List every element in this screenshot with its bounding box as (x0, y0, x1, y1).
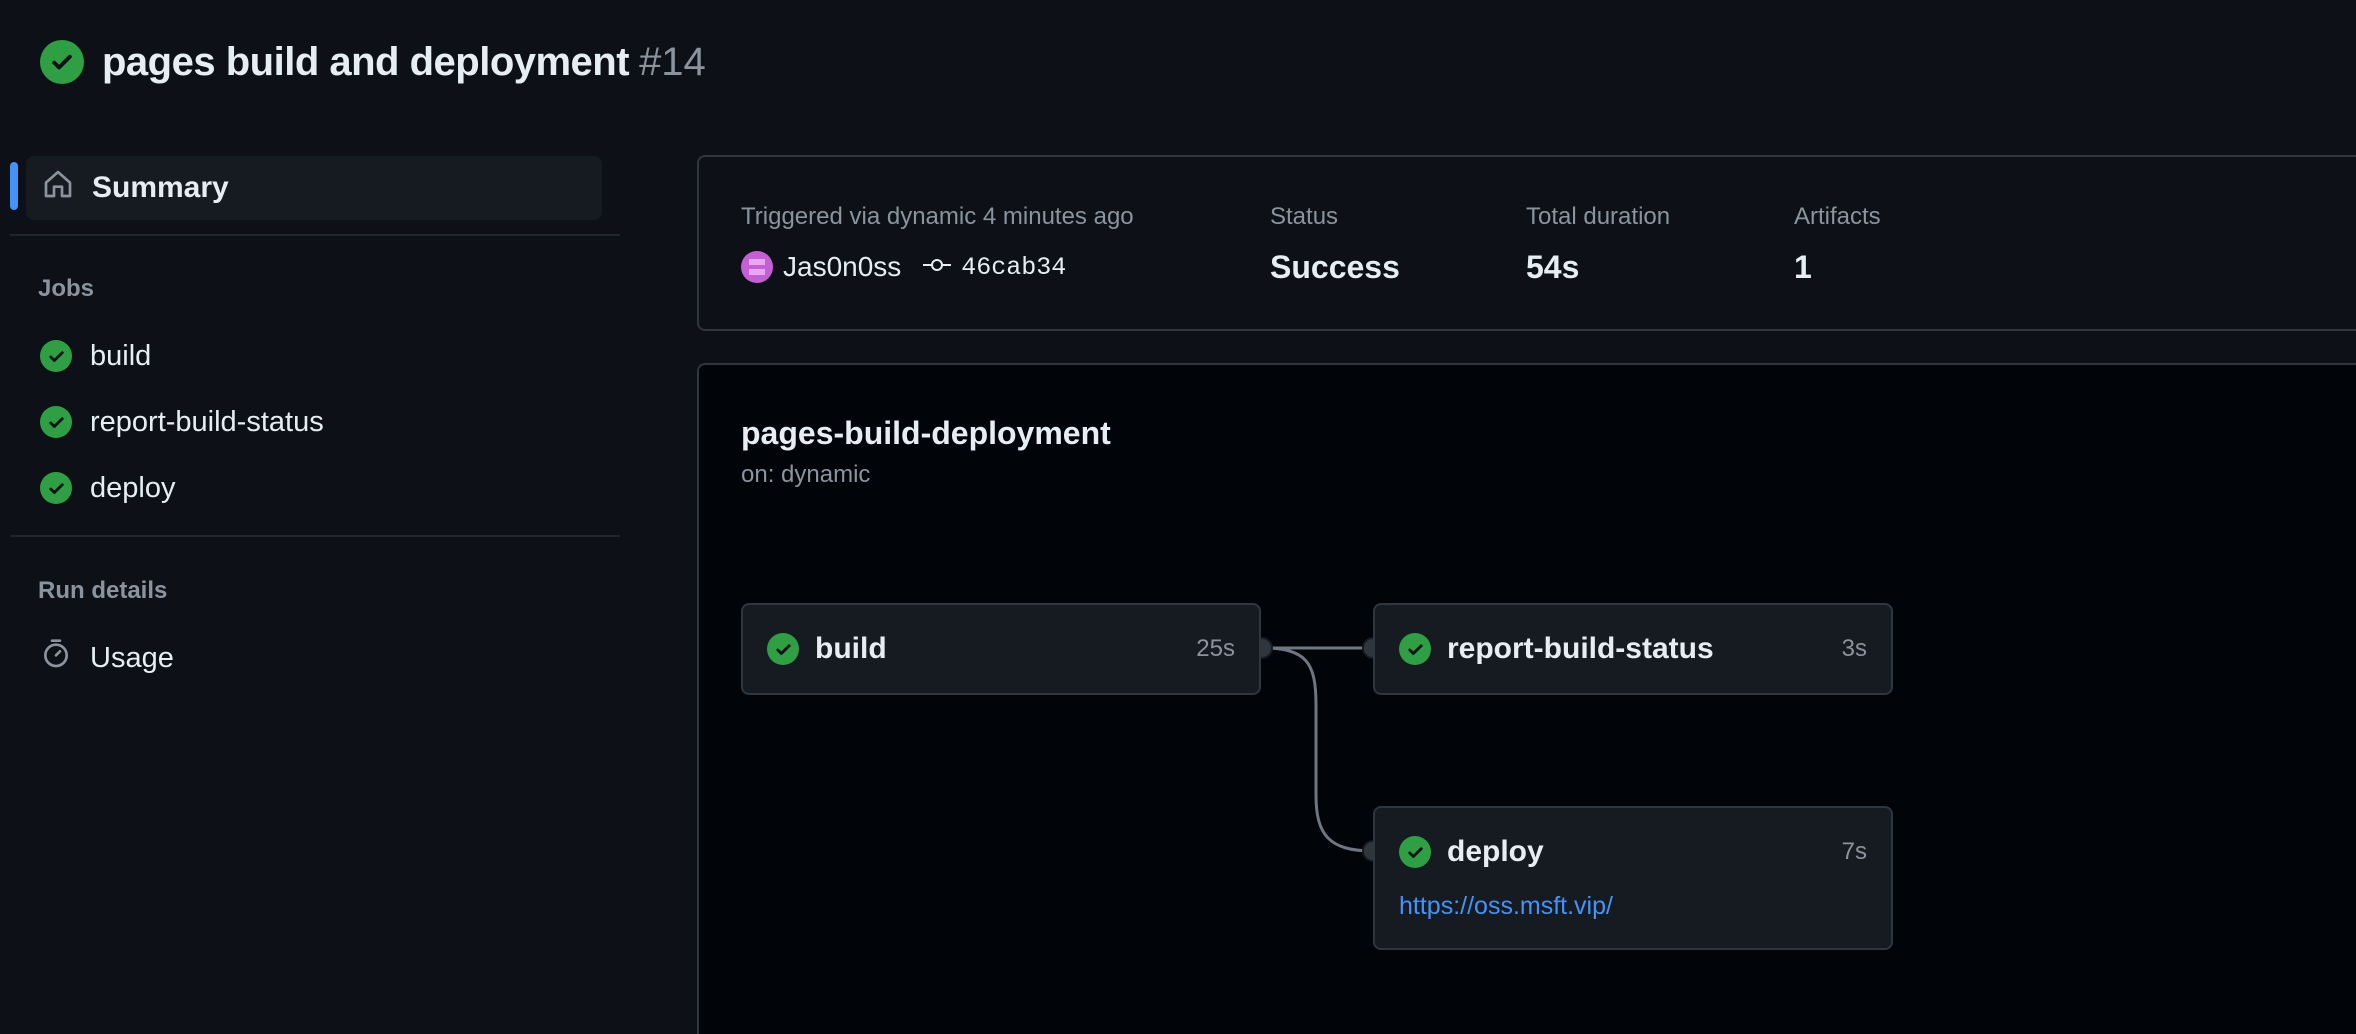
run-details-heading: Run details (38, 577, 168, 604)
run-number: #14 (639, 39, 706, 84)
sidebar-item-label: report-build-status (90, 405, 324, 438)
artifacts-label: Artifacts (1794, 203, 1881, 230)
artifacts-value[interactable]: 1 (1794, 249, 1812, 286)
run-header: pages build and deployment #14 (40, 32, 706, 92)
sidebar-item-label: Summary (92, 171, 229, 204)
job-node-build[interactable]: build 25s (741, 603, 1261, 695)
home-icon (42, 168, 74, 208)
duration-value: 54s (1526, 249, 1580, 285)
run-summary-card: Triggered via dynamic 4 minutes ago Jas0… (697, 155, 2356, 331)
trigger-actor: Jas0n0ss 46cab34 (741, 251, 1066, 283)
divider (10, 234, 620, 236)
sidebar-item-label: deploy (90, 471, 176, 504)
avatar[interactable] (741, 251, 773, 283)
job-name: deploy (1447, 835, 1544, 868)
check-circle-icon (40, 406, 72, 438)
job-duration: 7s (1841, 838, 1867, 865)
active-indicator (10, 162, 18, 210)
sidebar-item-summary[interactable]: Summary (26, 156, 602, 220)
status-value: Success (1270, 249, 1400, 285)
job-duration: 25s (1196, 635, 1235, 662)
job-name: report-build-status (1447, 632, 1714, 665)
duration-label: Total duration (1526, 203, 1671, 230)
job-node-deploy[interactable]: deploy 7s https://oss.msft.vip/ (1373, 806, 1893, 950)
workflow-graph-card: pages-build-deployment on: dynamic build… (697, 363, 2356, 1034)
check-circle-icon (1399, 836, 1431, 868)
sidebar-item-label: build (90, 339, 152, 372)
sidebar-item-label: Usage (90, 641, 174, 674)
run-title: pages build and deployment (102, 39, 630, 84)
status-label: Status (1270, 203, 1339, 230)
stopwatch-icon (40, 638, 72, 678)
sidebar-item-build[interactable]: build (40, 331, 600, 381)
triggered-text: Triggered via dynamic 4 minutes ago (741, 203, 1134, 230)
job-name: build (815, 632, 887, 665)
commit-link[interactable]: 46cab34 (923, 253, 1066, 282)
sidebar-item-deploy[interactable]: deploy (40, 463, 600, 513)
check-circle-icon (1399, 633, 1431, 665)
check-circle-icon (40, 472, 72, 504)
commit-sha: 46cab34 (961, 252, 1067, 282)
divider (10, 535, 620, 537)
jobs-heading: Jobs (38, 275, 95, 302)
sidebar-item-report-build-status[interactable]: report-build-status (40, 397, 600, 447)
deployment-url-link[interactable]: https://oss.msft.vip/ (1399, 892, 1613, 921)
git-commit-icon (923, 255, 952, 280)
check-circle-icon (767, 633, 799, 665)
check-circle-icon (40, 40, 84, 84)
job-node-report-build-status[interactable]: report-build-status 3s (1373, 603, 1893, 695)
job-duration: 3s (1841, 635, 1867, 662)
check-circle-icon (40, 340, 72, 372)
sidebar-item-usage[interactable]: Usage (40, 633, 600, 683)
actor-name[interactable]: Jas0n0ss (783, 251, 901, 283)
